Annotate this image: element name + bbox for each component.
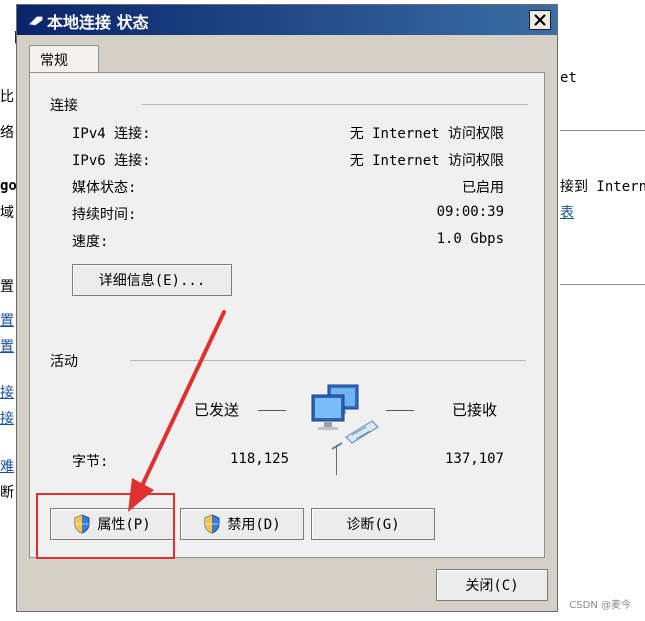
annotation-arrow-icon <box>128 310 226 512</box>
watermark: CSDN @麦今 <box>569 600 631 611</box>
